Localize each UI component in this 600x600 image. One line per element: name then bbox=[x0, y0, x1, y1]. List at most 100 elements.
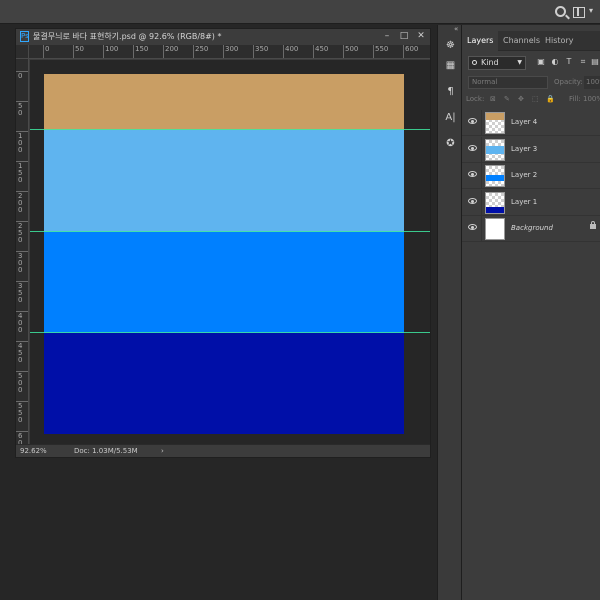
pixel-filter-icon[interactable]: ▣ bbox=[536, 57, 546, 67]
options-bar: ▾ bbox=[0, 0, 600, 24]
paragraph-icon[interactable]: ¶ bbox=[444, 85, 457, 98]
ruler-tick-label: 600 bbox=[16, 431, 28, 444]
status-bar: 92.62% Doc: 1.03M/5.53M › bbox=[16, 444, 430, 457]
table-icon[interactable]: ▦ bbox=[444, 59, 457, 72]
close-button[interactable]: ✕ bbox=[414, 30, 428, 43]
layer-thumbnail[interactable] bbox=[485, 191, 505, 214]
visibility-eye-icon[interactable] bbox=[468, 197, 477, 204]
divider bbox=[481, 189, 482, 216]
ruler-tick-label: 300 bbox=[16, 251, 28, 274]
layer-thumbnail[interactable] bbox=[485, 218, 505, 240]
document-title: 물결무늬로 바다 표현하기.psd @ 92.6% (RGB/8#) * bbox=[33, 32, 222, 41]
ruler-tick-label: 500 bbox=[342, 45, 359, 58]
divider bbox=[481, 216, 482, 242]
lock-position-icon[interactable]: ✥ bbox=[518, 95, 524, 103]
layer-thumbnail[interactable] bbox=[485, 138, 505, 161]
ruler-tick-label: 550 bbox=[372, 45, 389, 58]
workspace-icon[interactable] bbox=[573, 7, 585, 18]
shape-filter-icon[interactable]: ⌗ bbox=[578, 57, 588, 67]
lock-icon bbox=[590, 221, 596, 229]
blend-row: Normal Opacity: 100% bbox=[468, 76, 600, 89]
lock-transparency-icon[interactable]: ⊠ bbox=[490, 95, 496, 103]
ruler-tick-label: 450 bbox=[312, 45, 329, 58]
status-menu-arrow[interactable]: › bbox=[161, 447, 164, 455]
pasteboard[interactable] bbox=[30, 60, 430, 444]
tab-channels[interactable]: Channels bbox=[498, 31, 545, 51]
layer-row[interactable]: Layer 2 bbox=[462, 163, 600, 189]
layer-thumbnail[interactable] bbox=[485, 165, 505, 187]
ruler-tick-label: 0 bbox=[42, 45, 50, 58]
document-tab[interactable]: Ps 물결무늬로 바다 표현하기.psd @ 92.6% (RGB/8#) * … bbox=[16, 29, 430, 45]
opacity-label: Opacity: bbox=[554, 78, 583, 86]
ruler-origin[interactable] bbox=[16, 45, 29, 59]
ruler-tick-label: 250 bbox=[192, 45, 209, 58]
layer-name[interactable]: Background bbox=[511, 224, 553, 232]
panel-icon-strip: « ☸ ▦ ¶ A| ✪ bbox=[437, 25, 462, 600]
opacity-field[interactable]: 100% bbox=[584, 76, 600, 89]
layer-row[interactable]: Layer 4 bbox=[462, 110, 600, 136]
ruler-tick-label: 500 bbox=[16, 371, 28, 394]
layer-filter-row: Kind ▼ ▣ ◐ T ⌗ ▤ bbox=[468, 56, 599, 70]
ruler-tick-label: 450 bbox=[16, 341, 28, 364]
ruler-tick-label: 200 bbox=[162, 45, 179, 58]
maximize-button[interactable]: □ bbox=[397, 30, 411, 43]
ruler-tick-label: 550 bbox=[16, 401, 28, 424]
filter-kind-select[interactable]: Kind ▼ bbox=[468, 56, 526, 70]
thumbnail-fill bbox=[486, 113, 504, 120]
layer-row[interactable]: Background bbox=[462, 216, 600, 242]
layer-name[interactable]: Layer 3 bbox=[511, 145, 537, 153]
fill-field[interactable]: 100% bbox=[583, 95, 600, 103]
layer-name[interactable]: Layer 1 bbox=[511, 198, 537, 206]
ruler-tick-label: 350 bbox=[16, 281, 28, 304]
visibility-eye-icon[interactable] bbox=[468, 118, 477, 124]
chevron-down-icon[interactable]: ▾ bbox=[589, 6, 593, 15]
layer-name[interactable]: Layer 4 bbox=[511, 118, 537, 126]
sand-band bbox=[44, 74, 404, 130]
layer-thumbnail[interactable] bbox=[485, 112, 505, 134]
ruler-tick-label: 50 bbox=[16, 101, 28, 117]
layer-row[interactable]: Layer 1 bbox=[462, 189, 600, 216]
divider bbox=[481, 110, 482, 136]
ruler-tick-label: 150 bbox=[132, 45, 149, 58]
tab-history[interactable]: History bbox=[540, 31, 578, 51]
lock-all-icon[interactable]: 🔒 bbox=[546, 95, 555, 103]
type-filter-icon[interactable]: T bbox=[564, 57, 574, 67]
ruler-tick-label: 150 bbox=[16, 161, 28, 184]
visibility-eye-icon[interactable] bbox=[468, 144, 477, 151]
divider bbox=[481, 163, 482, 189]
adjustment-filter-icon[interactable]: ◐ bbox=[550, 57, 560, 67]
zoom-level[interactable]: 92.62% bbox=[20, 447, 47, 455]
ruler-tick-label: 250 bbox=[16, 221, 28, 244]
minimize-button[interactable]: – bbox=[380, 30, 394, 43]
visibility-eye-icon[interactable] bbox=[468, 224, 477, 230]
document-window: Ps 물결무늬로 바다 표현하기.psd @ 92.6% (RGB/8#) * … bbox=[15, 28, 431, 458]
deep-water-band bbox=[44, 333, 404, 434]
smart-object-filter-icon[interactable]: ▤ bbox=[590, 57, 600, 67]
panel-tabs: Layers Channels History bbox=[462, 31, 600, 51]
lock-artboard-icon[interactable]: ⬚ bbox=[532, 95, 539, 103]
glyphs-icon[interactable]: ✪ bbox=[444, 137, 457, 150]
search-icon[interactable] bbox=[555, 6, 566, 17]
divider bbox=[481, 136, 482, 163]
ruler-tick-label: 400 bbox=[16, 311, 28, 334]
layers-panel: Layers Channels History Kind ▼ ▣ ◐ T ⌗ ▤… bbox=[462, 25, 600, 600]
ruler-tick-label: 0 bbox=[16, 71, 28, 80]
layer-row[interactable]: Layer 3 bbox=[462, 136, 600, 163]
vertical-ruler[interactable]: 0 50 100 150 200 250 300 350 400 450 500 550 600 bbox=[16, 59, 29, 444]
layer-name[interactable]: Layer 2 bbox=[511, 171, 537, 179]
horizontal-ruler[interactable]: 0 50 100 150 200 250 300 350 400 450 500 550 600 bbox=[29, 45, 430, 59]
collapse-icon[interactable]: « bbox=[454, 25, 458, 33]
guide-line[interactable] bbox=[30, 231, 430, 232]
blend-mode-select[interactable]: Normal bbox=[468, 76, 548, 89]
thumbnail-fill bbox=[486, 145, 504, 154]
canvas[interactable] bbox=[44, 74, 404, 434]
lock-label: Lock: bbox=[466, 95, 485, 103]
lock-pixels-icon[interactable]: ✎ bbox=[504, 95, 510, 103]
character-icon[interactable]: A| bbox=[444, 111, 457, 124]
tab-layers[interactable]: Layers bbox=[462, 31, 499, 51]
guide-line[interactable] bbox=[30, 332, 430, 333]
visibility-eye-icon[interactable] bbox=[468, 171, 477, 177]
3d-icon[interactable]: ☸ bbox=[444, 39, 457, 52]
ruler-tick-label: 200 bbox=[16, 191, 28, 214]
guide-line[interactable] bbox=[30, 129, 430, 130]
